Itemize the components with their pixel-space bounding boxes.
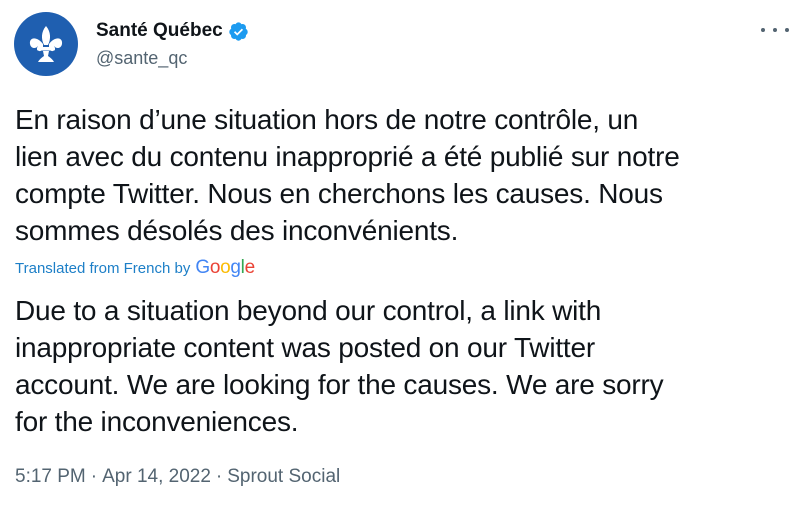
google-logo-e: e <box>244 257 256 278</box>
tweet-time[interactable]: 5:17 PM <box>15 466 86 488</box>
meta-separator: · <box>215 466 223 487</box>
display-name-row: Santé Québec <box>96 18 249 44</box>
tweet-source[interactable]: Sprout Social <box>227 466 340 488</box>
tweet-metadata: 5:17 PM · Apr 14, 2022 · Sprout Social <box>15 466 340 488</box>
tweet-card: Santé Québec @sante_qc En raison d’une s… <box>0 0 803 507</box>
fleur-de-lis-icon <box>29 26 63 62</box>
google-logo-g2: g <box>230 257 241 278</box>
tweet-line: inappropriate content was posted on our … <box>15 332 595 363</box>
tweet-line: En raison d’une situation hors de notre … <box>15 104 639 135</box>
tweet-date[interactable]: Apr 14, 2022 <box>102 466 211 488</box>
more-options-icon[interactable] <box>761 20 789 40</box>
tweet-line: Due to a situation beyond our control, a… <box>15 295 602 326</box>
more-dot <box>773 28 777 32</box>
tweet-line: compte Twitter. Nous en cherchons les ca… <box>15 178 663 209</box>
account-handle[interactable]: @sante_qc <box>96 48 249 69</box>
translation-attribution[interactable]: Translated from French by Google <box>15 257 255 279</box>
avatar[interactable] <box>14 12 78 76</box>
google-logo-o1: o <box>209 257 221 278</box>
display-name[interactable]: Santé Québec <box>96 20 223 42</box>
account-header: Santé Québec @sante_qc <box>96 18 249 69</box>
more-dot <box>785 28 789 32</box>
google-logo-o2: o <box>220 257 231 278</box>
tweet-line: sommes désolés des inconvénients. <box>15 215 459 246</box>
tweet-line: for the inconveniences. <box>15 406 299 437</box>
google-logo-g: G <box>195 257 210 278</box>
tweet-translated-text: Due to a situation beyond our control, a… <box>15 292 795 440</box>
verified-badge-icon <box>229 21 248 41</box>
meta-separator: · <box>90 466 98 487</box>
translated-from-label: Translated from French by <box>15 260 191 277</box>
google-logo: Google <box>195 257 255 279</box>
tweet-original-text: En raison d’une situation hors de notre … <box>15 101 795 249</box>
tweet-line: account. We are looking for the causes. … <box>15 369 664 400</box>
tweet-line: lien avec du contenu inapproprié a été p… <box>15 141 680 172</box>
more-dot <box>761 28 765 32</box>
